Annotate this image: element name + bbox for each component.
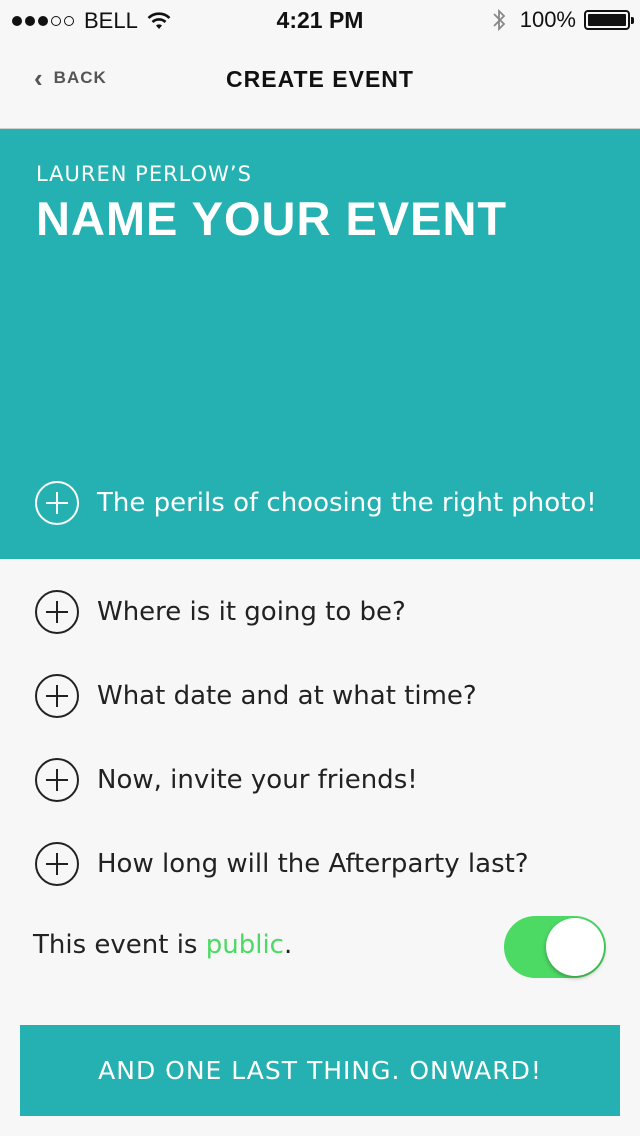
invite-label: Now, invite your friends! bbox=[97, 765, 418, 795]
status-bar: BELL 4:21 PM 100% bbox=[0, 0, 640, 40]
privacy-prefix: This event is bbox=[33, 930, 206, 960]
event-name-input[interactable]: NAME YOUR EVENT bbox=[36, 191, 507, 246]
datetime-label: What date and at what time? bbox=[97, 681, 477, 711]
public-toggle[interactable] bbox=[504, 916, 606, 978]
onward-label: AND ONE LAST THING. ONWARD! bbox=[98, 1056, 542, 1085]
toggle-knob bbox=[546, 918, 604, 976]
privacy-value: public bbox=[205, 930, 284, 960]
plus-circle-icon bbox=[35, 481, 79, 525]
location-row[interactable]: Where is it going to be? bbox=[35, 590, 406, 634]
add-photo-label: The perils of choosing the right photo! bbox=[97, 488, 597, 518]
duration-row[interactable]: How long will the Afterparty last? bbox=[35, 842, 529, 886]
event-owner: LAUREN PERLOW’S bbox=[36, 162, 252, 186]
add-photo-row[interactable]: The perils of choosing the right photo! bbox=[35, 481, 597, 525]
status-right: 100% bbox=[492, 7, 634, 33]
battery-icon bbox=[584, 10, 634, 30]
plus-circle-icon bbox=[35, 842, 79, 886]
plus-circle-icon bbox=[35, 758, 79, 802]
invite-row[interactable]: Now, invite your friends! bbox=[35, 758, 418, 802]
bluetooth-icon bbox=[493, 8, 505, 32]
page-title: CREATE EVENT bbox=[226, 66, 414, 92]
plus-circle-icon bbox=[35, 590, 79, 634]
battery-percent: 100% bbox=[519, 7, 576, 32]
privacy-suffix: . bbox=[283, 930, 293, 960]
duration-label: How long will the Afterparty last? bbox=[97, 849, 529, 879]
datetime-row[interactable]: What date and at what time? bbox=[35, 674, 477, 718]
event-hero: LAUREN PERLOW’S NAME YOUR EVENT The peri… bbox=[0, 129, 640, 559]
onward-button[interactable]: AND ONE LAST THING. ONWARD! bbox=[20, 1025, 620, 1116]
location-label: Where is it going to be? bbox=[97, 597, 406, 627]
nav-bar: ‹ BACK CREATE EVENT bbox=[0, 40, 640, 129]
plus-circle-icon bbox=[35, 674, 79, 718]
privacy-text: This event is public. bbox=[33, 930, 292, 960]
